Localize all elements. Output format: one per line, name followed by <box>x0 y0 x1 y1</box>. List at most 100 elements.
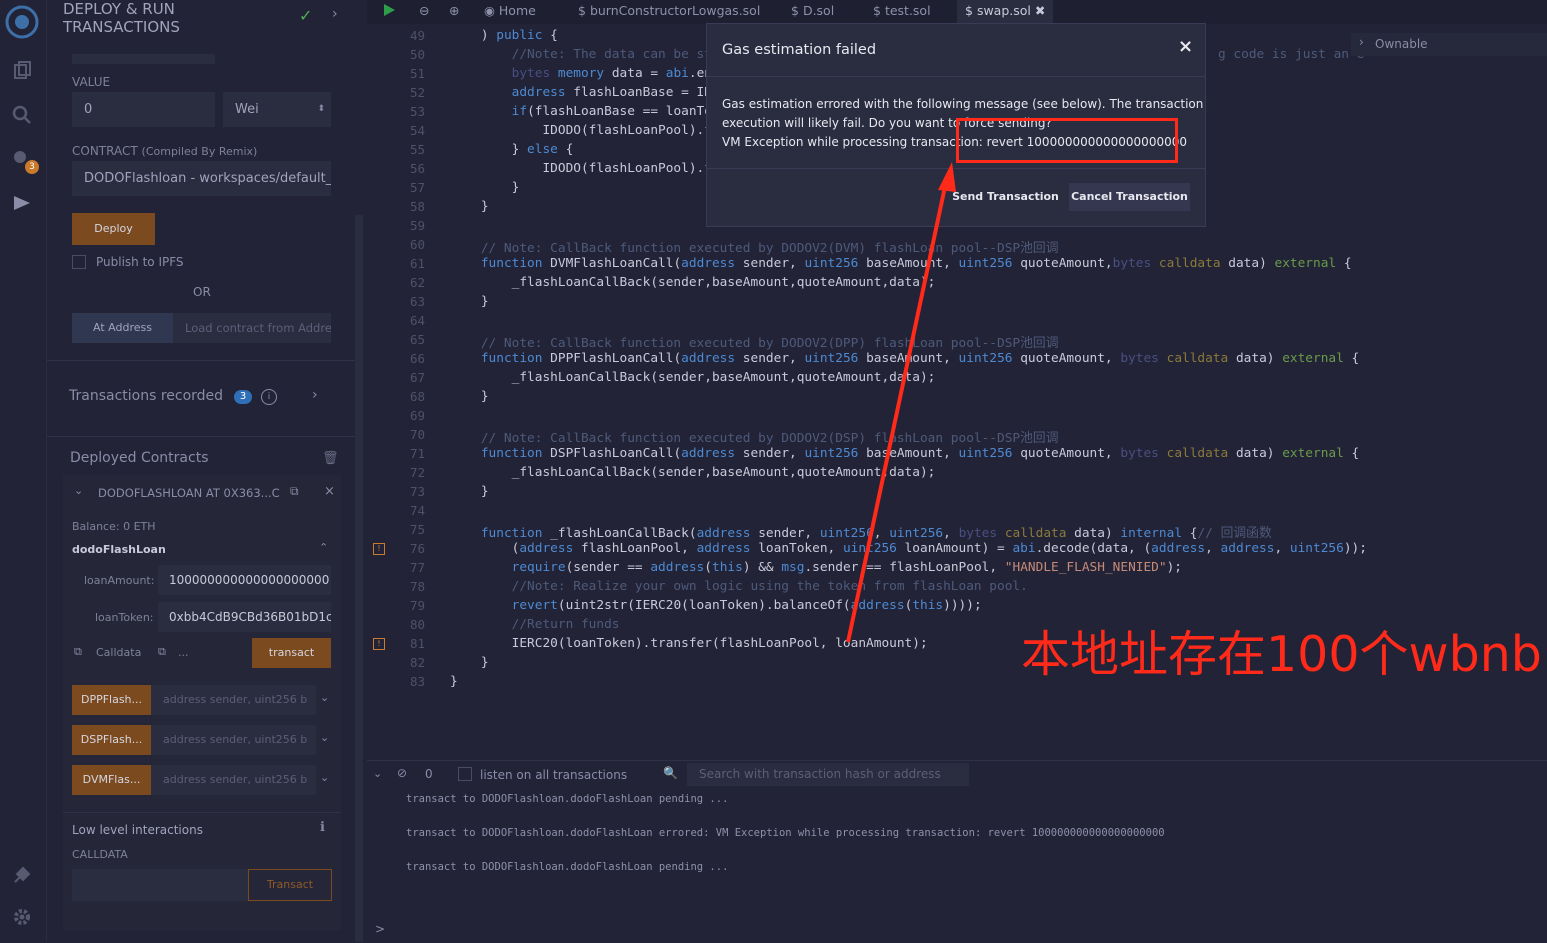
tab-test[interactable]: $ test.sol <box>873 0 931 24</box>
collapse-terminal-icon[interactable]: ⌄ <box>373 767 382 780</box>
line-number: 67 <box>409 370 425 385</box>
instance-name[interactable]: DODOFLASHLOAN AT 0X363...C <box>98 486 280 500</box>
trash-icon[interactable]: 🗑 <box>322 451 339 466</box>
outline-panel[interactable]: › Ownable <box>1351 33 1547 56</box>
settings-gear-icon[interactable] <box>8 906 36 934</box>
send-transaction-button[interactable]: Send Transaction <box>952 183 1059 211</box>
loan-token-label: loanToken: <box>95 611 154 624</box>
search-icon[interactable] <box>8 104 36 132</box>
line-number: 54 <box>409 123 425 138</box>
code-line: } <box>450 484 489 499</box>
tab-burn[interactable]: $ burnConstructorLowgas.sol <box>578 0 760 24</box>
deploy-button[interactable]: Deploy <box>72 213 155 245</box>
line-number: 68 <box>409 389 425 404</box>
loan-amount-input[interactable]: 100000000000000000000 <box>158 565 331 595</box>
transactions-count-badge: 3 <box>234 390 252 404</box>
publish-ipfs-checkbox[interactable] <box>72 255 86 269</box>
info-icon[interactable]: i <box>261 389 277 405</box>
gas-limit-field[interactable] <box>72 54 215 64</box>
line-number: 80 <box>409 617 425 632</box>
terminal-search-input[interactable]: Search with transaction hash or address <box>687 763 969 786</box>
modal-title: Gas estimation failed <box>722 42 877 58</box>
transactions-recorded-label[interactable]: Transactions recorded <box>69 388 223 404</box>
contract-label-row: CONTRACT (Compiled By Remix) <box>72 144 257 158</box>
chevron-down-icon[interactable]: ⌄ <box>320 731 329 744</box>
line-number: 49 <box>409 28 425 43</box>
close-tab-icon[interactable]: ✖ <box>1035 3 1045 18</box>
value-input[interactable]: 0 <box>72 92 215 127</box>
load-contract-input[interactable]: Load contract from Address <box>173 313 331 343</box>
publish-ipfs-label: Publish to IPFS <box>96 255 184 269</box>
dpp-flashloan-button[interactable]: DPPFlash... <box>72 685 151 715</box>
line-number: 74 <box>409 503 425 518</box>
value-unit-select[interactable]: Wei ⬍ <box>223 92 331 127</box>
line-number: 65 <box>409 332 425 347</box>
dpp-flashloan-input[interactable]: address sender, uint256 b <box>151 685 316 715</box>
plugin-manager-icon[interactable] <box>8 864 36 892</box>
code-line: } <box>450 674 458 689</box>
panel-title-line2: TRANSACTIONS <box>63 18 180 36</box>
compiler-badge: 3 <box>25 160 39 174</box>
listen-checkbox[interactable] <box>458 767 472 781</box>
modal-message-prefix: VM Exception while processing transactio… <box>722 135 987 149</box>
tab-test-label: test.sol <box>884 3 931 18</box>
line-number: 64 <box>409 313 425 328</box>
calldata-caps-label: CALLDATA <box>72 848 128 861</box>
dvm-flashloan-input[interactable]: address sender, uint256 b <box>151 765 316 795</box>
chevron-down-icon[interactable]: ⌄ <box>74 484 83 497</box>
dvm-flashloan-button[interactable]: DVMFlas... <box>72 765 151 795</box>
line-number: 51 <box>409 66 425 81</box>
cancel-transaction-button[interactable]: Cancel Transaction <box>1069 183 1190 211</box>
copy-params-icon[interactable]: ⧉ <box>158 645 166 659</box>
line-number: 75 <box>409 522 425 537</box>
code-comment-fragment: g code is just an e <box>1218 47 1365 62</box>
warning-marker-icon[interactable]: ! <box>373 543 385 555</box>
chevron-right-icon[interactable]: › <box>312 387 318 403</box>
divider <box>47 436 357 437</box>
file-explorer-icon[interactable] <box>8 60 36 88</box>
tab-d[interactable]: $ D.sol <box>791 0 834 24</box>
dsp-flashloan-button[interactable]: DSPFlash... <box>72 725 151 755</box>
clear-terminal-icon[interactable]: ⊘ <box>397 766 407 780</box>
chevron-up-icon[interactable]: ⌃ <box>319 541 328 554</box>
contract-select[interactable]: DODOFlashloan - workspaces/default_ <box>72 161 331 196</box>
low-level-transact-button[interactable]: Transact <box>248 869 332 901</box>
zoom-out-icon[interactable]: ⊖ <box>419 0 429 24</box>
at-address-button[interactable]: At Address <box>72 313 173 343</box>
loan-token-input[interactable]: 0xbb4CdB9CBd36B01bD1cB <box>158 602 331 632</box>
line-number: 50 <box>409 47 425 62</box>
code-line: ) public { <box>450 28 558 43</box>
code-line: } <box>450 199 489 214</box>
transact-button[interactable]: transact <box>252 638 331 668</box>
line-number: 72 <box>409 465 425 480</box>
side-scrollbar[interactable] <box>355 215 363 942</box>
line-number: 77 <box>409 560 425 575</box>
highlight-box <box>956 118 1178 163</box>
select-arrows-icon: ⬍ <box>317 104 325 114</box>
chevron-down-icon[interactable]: ⌄ <box>320 691 329 704</box>
remix-logo-icon[interactable] <box>4 4 40 40</box>
terminal-prompt[interactable]: > <box>375 922 385 936</box>
chevron-down-icon[interactable]: ⌄ <box>320 771 329 784</box>
code-line: // Note: CallBack function executed by D… <box>450 336 1059 351</box>
tab-swap[interactable]: $ swap.sol ✖ <box>957 0 1054 24</box>
close-icon[interactable]: × <box>324 484 335 499</box>
modal-close-icon[interactable]: × <box>1178 36 1193 57</box>
code-line: bytes memory data = abi.en <box>511 66 713 81</box>
or-label: OR <box>193 285 211 299</box>
code-line: IDODO(flashLoanPool).f <box>450 123 712 138</box>
tab-home[interactable]: ◉ Home <box>484 0 536 24</box>
low-level-calldata-input[interactable] <box>72 869 248 901</box>
solidity-compiler-icon[interactable]: 3 <box>8 148 39 176</box>
warning-marker-icon[interactable]: ! <box>373 638 385 650</box>
zoom-in-icon[interactable]: ⊕ <box>449 0 459 24</box>
copy-calldata-icon[interactable]: ⧉ <box>74 645 82 659</box>
tab-swap-label: swap.sol <box>976 3 1031 18</box>
run-icon[interactable] <box>381 2 397 21</box>
deploy-run-icon[interactable] <box>8 192 36 220</box>
chevron-right-icon[interactable]: › <box>332 6 338 22</box>
dsp-flashloan-input[interactable]: address sender, uint256 b <box>151 725 316 755</box>
line-number: 63 <box>409 294 425 309</box>
copy-icon[interactable]: ⧉ <box>290 484 299 499</box>
info-icon[interactable]: ℹ <box>320 820 325 835</box>
